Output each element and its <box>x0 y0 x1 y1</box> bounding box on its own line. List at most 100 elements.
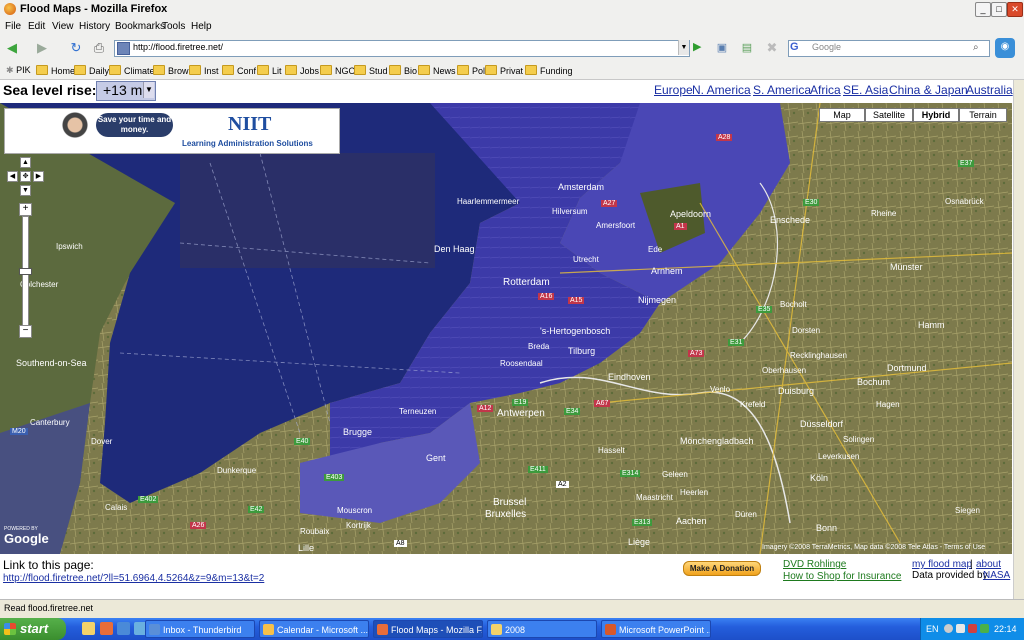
bookmark-daily[interactable]: Daily <box>74 65 109 76</box>
folder-icon <box>525 65 537 75</box>
tray-security-icon[interactable] <box>968 624 977 633</box>
map-label-canterbury: Canterbury <box>30 418 70 427</box>
close-button[interactable]: ✕ <box>1007 2 1023 17</box>
clock[interactable]: 22:14 <box>994 624 1017 634</box>
go-icon[interactable]: ▶ <box>693 41 705 54</box>
map-label-duren: Düren <box>735 510 757 519</box>
pan-right-icon[interactable]: ▶ <box>33 171 44 182</box>
region-se-asia[interactable]: SE. Asia <box>843 83 888 97</box>
map-label-koln: Köln <box>810 473 829 483</box>
map-label-amsterdam: Amsterdam <box>558 182 605 192</box>
vertical-scrollbar[interactable] <box>1013 80 1024 599</box>
pan-up-icon[interactable]: ▲ <box>20 157 31 168</box>
bookmark-brow[interactable]: Brow <box>153 65 189 76</box>
bookmark-privat[interactable]: Privat <box>485 65 523 76</box>
stop-icon[interactable]: ✖ <box>763 39 781 57</box>
bookmark-inst[interactable]: Inst <box>189 65 219 76</box>
about-link[interactable]: about <box>976 559 1001 570</box>
tray-network-icon[interactable] <box>980 624 989 633</box>
bookmark-conf[interactable]: Conf <box>222 65 256 76</box>
task-folder-2008[interactable]: 2008 <box>487 620 597 638</box>
quicklaunch-folder-icon[interactable] <box>82 622 95 635</box>
region-australia[interactable]: Australia <box>966 83 1013 97</box>
tray-arrow-icon[interactable] <box>944 624 953 633</box>
task-label: 2008 <box>505 625 526 635</box>
bookmark-funding[interactable]: Funding <box>525 65 573 76</box>
task-firefox[interactable]: Flood Maps - Mozilla F... <box>373 620 483 638</box>
url-dropdown-icon[interactable]: ▼ <box>678 40 689 55</box>
new-tab-icon[interactable]: ▤ <box>738 39 756 57</box>
map-label-hamm: Hamm <box>918 320 945 330</box>
bookmark-page-icon[interactable]: ▣ <box>713 39 731 57</box>
region-africa[interactable]: Africa <box>810 83 841 97</box>
permalink[interactable]: http://flood.firetree.net/?ll=51.6964,4.… <box>3 573 264 584</box>
bookmark-pol[interactable]: Pol <box>457 65 485 76</box>
bookmark-bio[interactable]: Bio <box>389 65 417 76</box>
map-label-eindhoven: Eindhoven <box>608 372 651 382</box>
back-icon[interactable]: ◀ <box>3 39 21 57</box>
chevron-down-icon[interactable]: ▼ <box>143 82 154 98</box>
bookmark-ngo[interactable]: NGO <box>320 65 356 76</box>
pan-left-icon[interactable]: ◀ <box>7 171 18 182</box>
link-label: Link to this page: <box>3 558 94 572</box>
bookmark-lit[interactable]: Lit <box>257 65 282 76</box>
extension-icon[interactable]: ◉ <box>995 38 1015 58</box>
menu-help[interactable]: Help <box>191 21 212 32</box>
flood-map[interactable] <box>0 103 1012 554</box>
map-type-map[interactable]: Map <box>819 108 865 122</box>
forward-icon[interactable]: ▶ <box>33 39 51 57</box>
bookmark-jobs[interactable]: Jobs <box>285 65 319 76</box>
nasa-link[interactable]: NASA <box>983 570 1010 581</box>
region-china-japan[interactable]: China & Japan <box>889 83 968 97</box>
map-label-southend: Southend-on-Sea <box>16 358 87 368</box>
map-label-ipswich: Ipswich <box>56 242 83 251</box>
sea-level-value[interactable]: +13 m <box>103 82 142 98</box>
bookmark-climate[interactable]: Climate <box>109 65 155 76</box>
zoom-out-button[interactable]: − <box>19 325 32 338</box>
google-logo[interactable]: Google <box>4 531 49 546</box>
bookmark-news[interactable]: News <box>418 65 456 76</box>
map-label-oberhausen: Oberhausen <box>762 366 807 375</box>
menu-history[interactable]: History <box>79 21 110 32</box>
region-s-america[interactable]: S. America <box>753 83 811 97</box>
task-thunderbird[interactable]: Inbox - Thunderbird <box>145 620 255 638</box>
donate-button[interactable]: Make A Donation <box>683 561 761 576</box>
menu-tools[interactable]: Tools <box>162 21 185 32</box>
map-type-terrain[interactable]: Terrain <box>959 108 1007 122</box>
search-go-icon[interactable]: ⌕ <box>973 41 986 54</box>
reload-icon[interactable]: ↻ <box>67 39 85 57</box>
pan-center-icon[interactable]: ✥ <box>20 171 31 182</box>
pan-down-icon[interactable]: ▼ <box>20 185 31 196</box>
map-type-satellite[interactable]: Satellite <box>865 108 913 122</box>
task-calendar[interactable]: Calendar - Microsoft ... <box>259 620 369 638</box>
my-flood-map-link[interactable]: my flood map <box>912 559 972 570</box>
print-icon[interactable]: ⎙ <box>90 39 108 57</box>
tray-app-icon[interactable] <box>956 624 965 633</box>
menu-edit[interactable]: Edit <box>28 21 45 32</box>
region-europe[interactable]: Europe <box>654 83 693 97</box>
insurance-link[interactable]: How to Shop for Insurance <box>783 571 901 582</box>
region-n-america[interactable]: N. America <box>692 83 751 97</box>
zoom-in-button[interactable]: + <box>19 203 32 216</box>
menu-bookmarks[interactable]: Bookmarks <box>115 21 165 32</box>
bookmark-pik[interactable]: ✱ PIK <box>6 65 31 76</box>
map-label-dorsten: Dorsten <box>792 326 821 335</box>
menu-file[interactable]: File <box>5 21 21 32</box>
quicklaunch-ie-icon[interactable] <box>117 622 130 635</box>
map-label-tilburg: Tilburg <box>568 346 596 356</box>
dvd-link[interactable]: DVD Rohlinge <box>783 559 846 570</box>
bookmark-home[interactable]: Home <box>36 65 75 76</box>
menu-view[interactable]: View <box>52 21 74 32</box>
url-text[interactable]: http://flood.firetree.net/ <box>133 42 223 52</box>
quicklaunch-firefox-icon[interactable] <box>100 622 113 635</box>
map-label-bochum: Bochum <box>857 377 891 387</box>
maximize-button[interactable]: □ <box>991 2 1007 17</box>
map-label-kortrijk: Kortrijk <box>346 521 371 530</box>
map-type-hybrid[interactable]: Hybrid <box>913 108 959 122</box>
minimize-button[interactable]: _ <box>975 2 991 17</box>
language-indicator[interactable]: EN <box>926 624 939 634</box>
zoom-slider-thumb[interactable] <box>19 268 32 275</box>
search-engine-icon[interactable]: G <box>790 41 802 53</box>
task-powerpoint[interactable]: Microsoft PowerPoint ... <box>601 620 711 638</box>
bookmark-stud[interactable]: Stud <box>354 65 388 76</box>
